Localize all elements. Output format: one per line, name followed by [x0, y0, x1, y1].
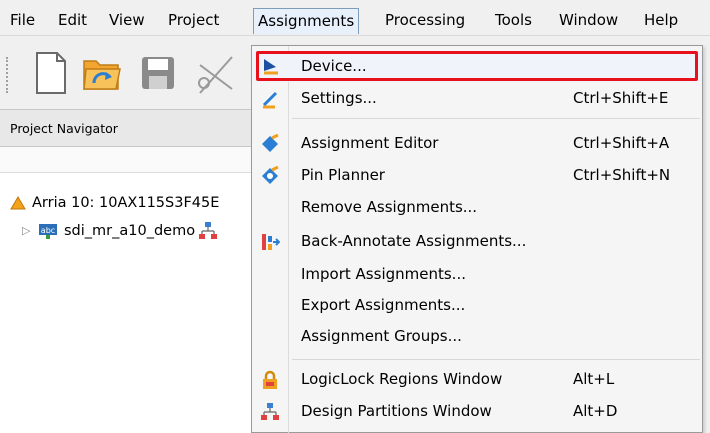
export-assignments-label: Export Assignments...: [301, 296, 466, 314]
entity-name: sdi_mr_a10_demo: [64, 223, 196, 239]
menu-item-settings[interactable]: Settings... Ctrl+Shift+E: [252, 83, 702, 114]
logiclock-label: LogicLock Regions Window: [301, 370, 503, 388]
import-assignments-label: Import Assignments...: [301, 265, 466, 283]
menu-bar: File Edit View Project Assignments Proce…: [0, 0, 710, 36]
menu-processing[interactable]: Processing: [381, 8, 469, 32]
menu-item-design-partitions[interactable]: Design Partitions Window Alt+D: [252, 396, 702, 427]
menu-file[interactable]: File: [6, 8, 39, 32]
navigator-filter-bar[interactable]: [0, 147, 252, 173]
save-icon[interactable]: [140, 55, 176, 91]
new-file-icon[interactable]: [34, 51, 68, 95]
project-navigator-pane: Arria 10: 10AX115S3F45E ▷ abc sdi_mr_a10…: [0, 147, 252, 433]
expand-arrow-icon[interactable]: ▷: [22, 219, 30, 243]
assignment-editor-label: Assignment Editor: [301, 134, 439, 152]
toolbar-grip[interactable]: [6, 57, 12, 93]
assignments-menu: Device... Settings... Ctrl+Shift+E Assig…: [251, 45, 703, 433]
open-project-icon[interactable]: [82, 55, 122, 93]
lock-icon: [263, 370, 277, 389]
pin-planner-label: Pin Planner: [301, 166, 385, 184]
toolbar: [0, 37, 260, 109]
settings-shortcut: Ctrl+Shift+E: [573, 89, 669, 107]
design-partitions-shortcut: Alt+D: [573, 402, 618, 420]
menu-item-export-assignments[interactable]: Export Assignments...: [252, 290, 702, 321]
cut-icon[interactable]: [196, 53, 236, 95]
entity-abc-icon: abc: [39, 224, 57, 239]
menu-item-import-assignments[interactable]: Import Assignments...: [252, 259, 702, 290]
device-name: Arria 10: 10AX115S3F45E: [32, 195, 220, 211]
menu-edit[interactable]: Edit: [54, 8, 91, 32]
design-partitions-label: Design Partitions Window: [301, 402, 492, 420]
back-annotate-label: Back-Annotate Assignments...: [301, 232, 527, 250]
settings-icon: [262, 91, 278, 109]
settings-label: Settings...: [301, 89, 377, 107]
hierarchy-icon: [199, 222, 217, 239]
menu-tools[interactable]: Tools: [491, 8, 536, 32]
partitions-icon: [261, 403, 279, 420]
menu-separator: [292, 359, 700, 360]
logiclock-shortcut: Alt+L: [573, 370, 615, 388]
assignment-editor-shortcut: Ctrl+Shift+A: [573, 134, 670, 152]
menu-item-pin-planner[interactable]: Pin Planner Ctrl+Shift+N: [252, 160, 702, 191]
menu-assignments[interactable]: Assignments: [253, 8, 360, 34]
menu-item-assignment-groups[interactable]: Assignment Groups...: [252, 321, 702, 352]
warning-triangle-icon: [10, 196, 26, 210]
pin-planner-icon: [262, 166, 279, 184]
project-navigator-header: Project Navigator: [0, 109, 252, 147]
assignment-editor-icon: [262, 134, 279, 152]
menu-help[interactable]: Help: [640, 8, 682, 32]
red-highlight-box: [256, 51, 698, 81]
menu-window[interactable]: Window: [555, 8, 622, 32]
back-annotate-icon: [262, 234, 280, 250]
assignment-groups-label: Assignment Groups...: [301, 327, 462, 345]
menu-item-logiclock-regions[interactable]: LogicLock Regions Window Alt+L: [252, 364, 702, 395]
pin-planner-shortcut: Ctrl+Shift+N: [573, 166, 671, 184]
menu-project[interactable]: Project: [164, 8, 223, 32]
remove-assignments-label: Remove Assignments...: [301, 198, 478, 216]
svg-text:abc: abc: [41, 226, 55, 235]
menu-item-back-annotate[interactable]: Back-Annotate Assignments...: [252, 226, 702, 257]
menu-separator: [292, 118, 700, 119]
menu-item-remove-assignments[interactable]: Remove Assignments...: [252, 192, 702, 223]
menu-item-assignment-editor[interactable]: Assignment Editor Ctrl+Shift+A: [252, 128, 702, 159]
menu-view[interactable]: View: [105, 8, 149, 32]
